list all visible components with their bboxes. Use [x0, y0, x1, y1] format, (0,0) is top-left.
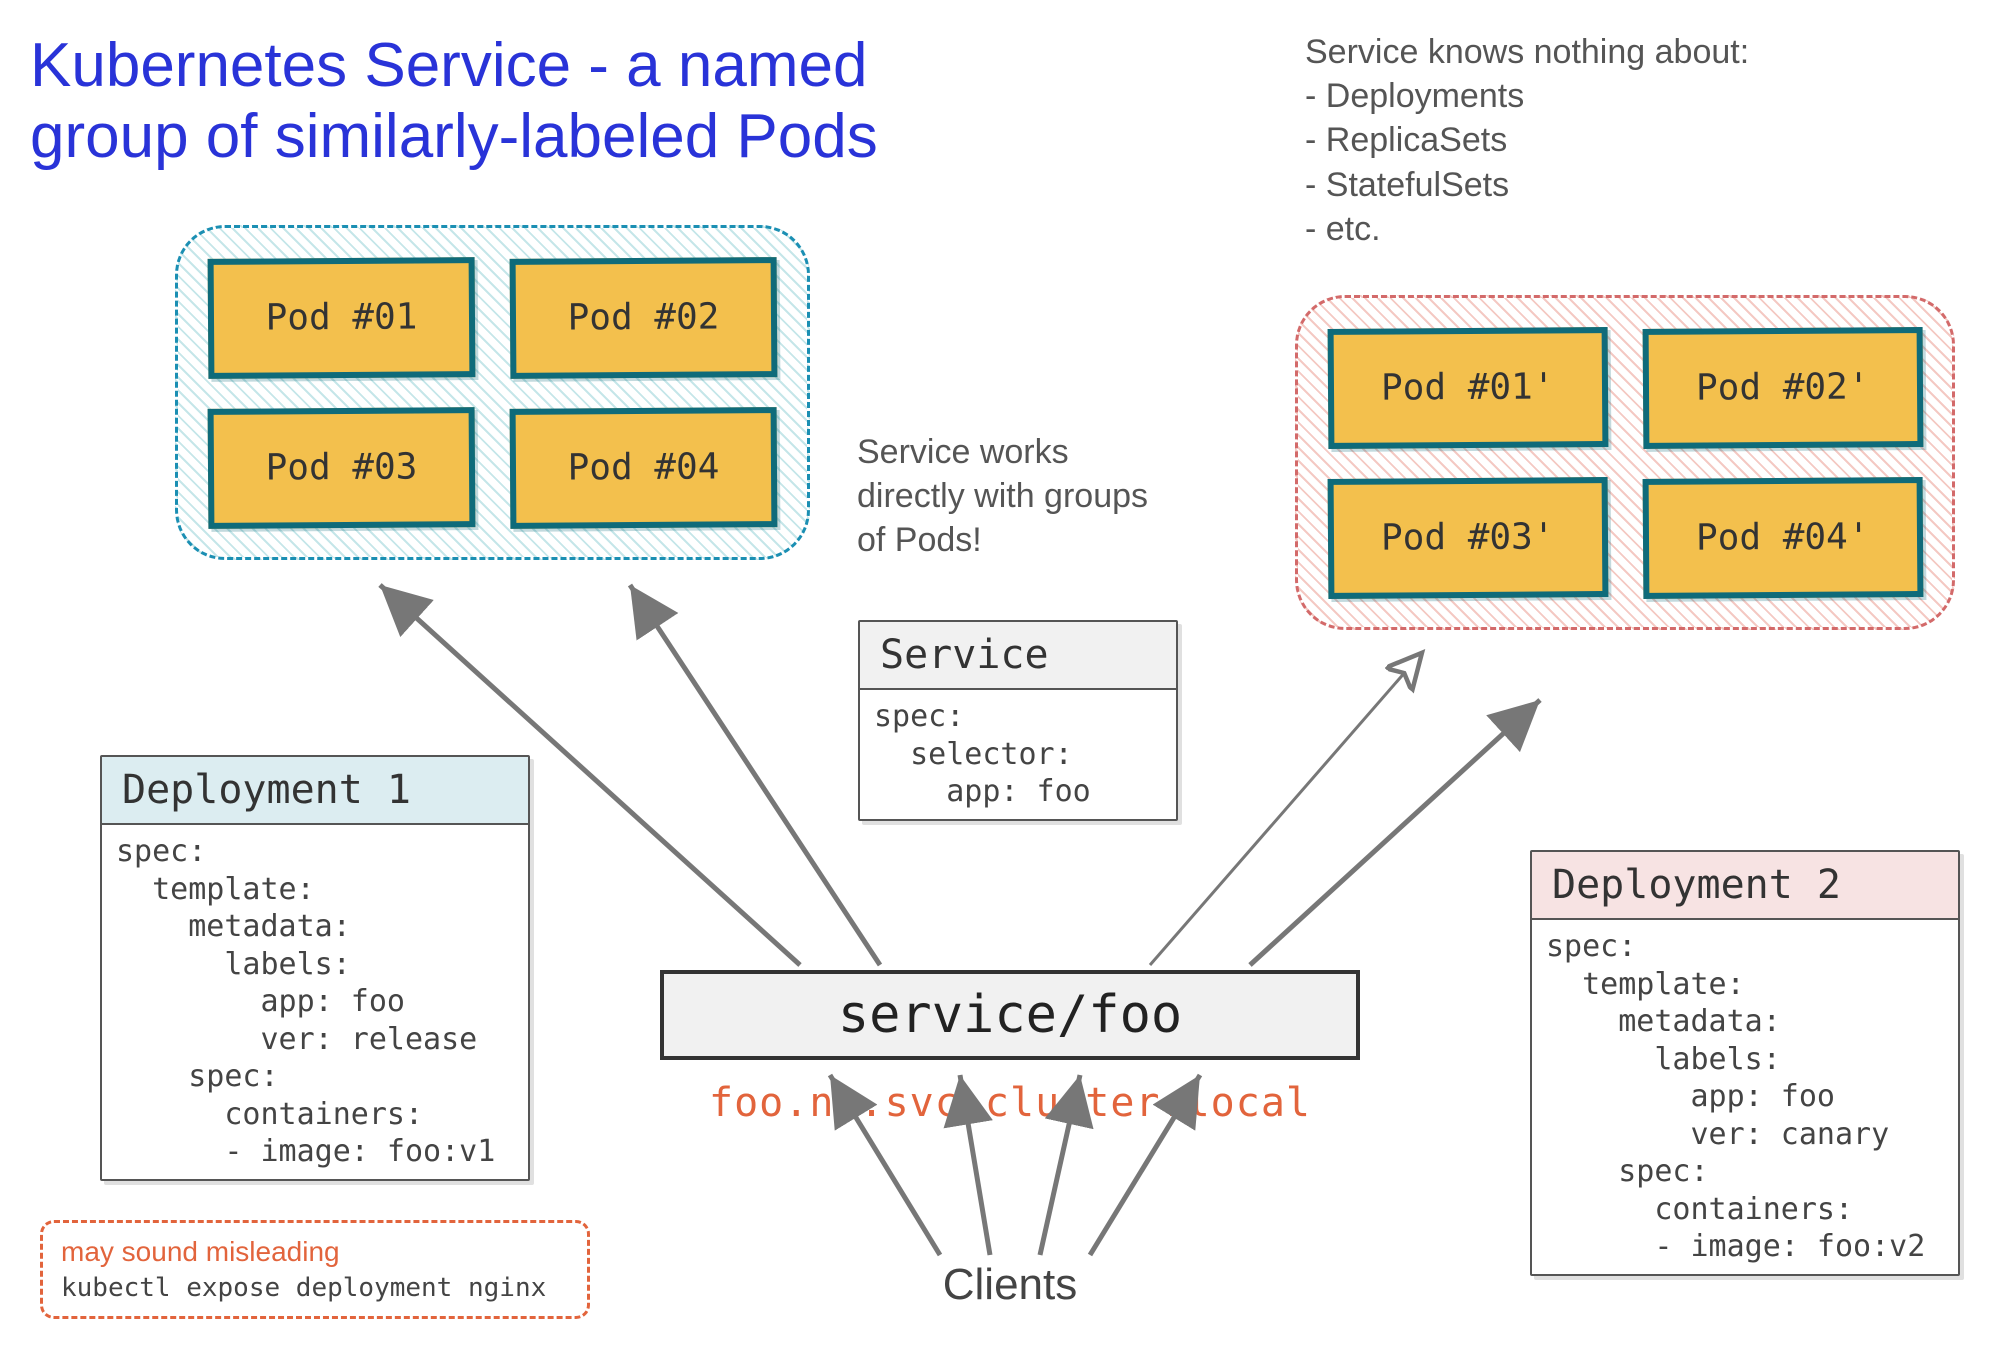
service-spec-body: spec: selector: app: foo [860, 690, 1176, 819]
diagram-title: Kubernetes Service - a named group of si… [30, 30, 950, 173]
clients-label: Clients [880, 1260, 1140, 1310]
arrow-service-to-blue-2 [630, 585, 880, 965]
service-knows-nothing-note: Service knows nothing about: - Deploymen… [1305, 30, 1955, 251]
pod-box: Pod #01 [208, 257, 476, 378]
deployment-1-spec: spec: template: metadata: labels: app: f… [102, 825, 528, 1179]
arrow-service-to-red-2 [1250, 700, 1540, 965]
service-foo-box: service/foo [660, 970, 1360, 1060]
pod-box: Pod #04 [510, 407, 778, 528]
footnote-cmd: kubectl expose deployment nginx [61, 1271, 569, 1306]
deployment-1-card: Deployment 1 spec: template: metadata: l… [100, 755, 530, 1181]
pod-box: Pod #01' [1328, 327, 1608, 448]
footnote-warn: may sound misleading [61, 1233, 569, 1271]
deployment-1-title: Deployment 1 [102, 757, 528, 825]
pod-box: Pod #04' [1642, 477, 1922, 598]
pod-box: Pod #03' [1328, 477, 1608, 598]
pod-box: Pod #03 [208, 407, 476, 528]
service-spec-card: Service spec: selector: app: foo [858, 620, 1178, 821]
pod-box: Pod #02 [510, 257, 778, 378]
deployment-2-spec: spec: template: metadata: labels: app: f… [1532, 920, 1958, 1274]
pod-group-release: Pod #01 Pod #02 Pod #03 Pod #04 [175, 225, 810, 560]
deployment-2-card: Deployment 2 spec: template: metadata: l… [1530, 850, 1960, 1276]
pod-group-canary: Pod #01' Pod #02' Pod #03' Pod #04' [1295, 295, 1955, 630]
service-spec-title: Service [860, 622, 1176, 690]
deployment-2-title: Deployment 2 [1532, 852, 1958, 920]
arrow-service-to-red-1 [1150, 655, 1420, 965]
pod-box: Pod #02' [1642, 327, 1922, 448]
footnote-misleading: may sound misleading kubectl expose depl… [40, 1220, 590, 1319]
service-dns-name: foo.ns.svc.cluster.local [680, 1080, 1340, 1126]
service-works-with-pods-note: Service works directly with groups of Po… [857, 430, 1157, 563]
